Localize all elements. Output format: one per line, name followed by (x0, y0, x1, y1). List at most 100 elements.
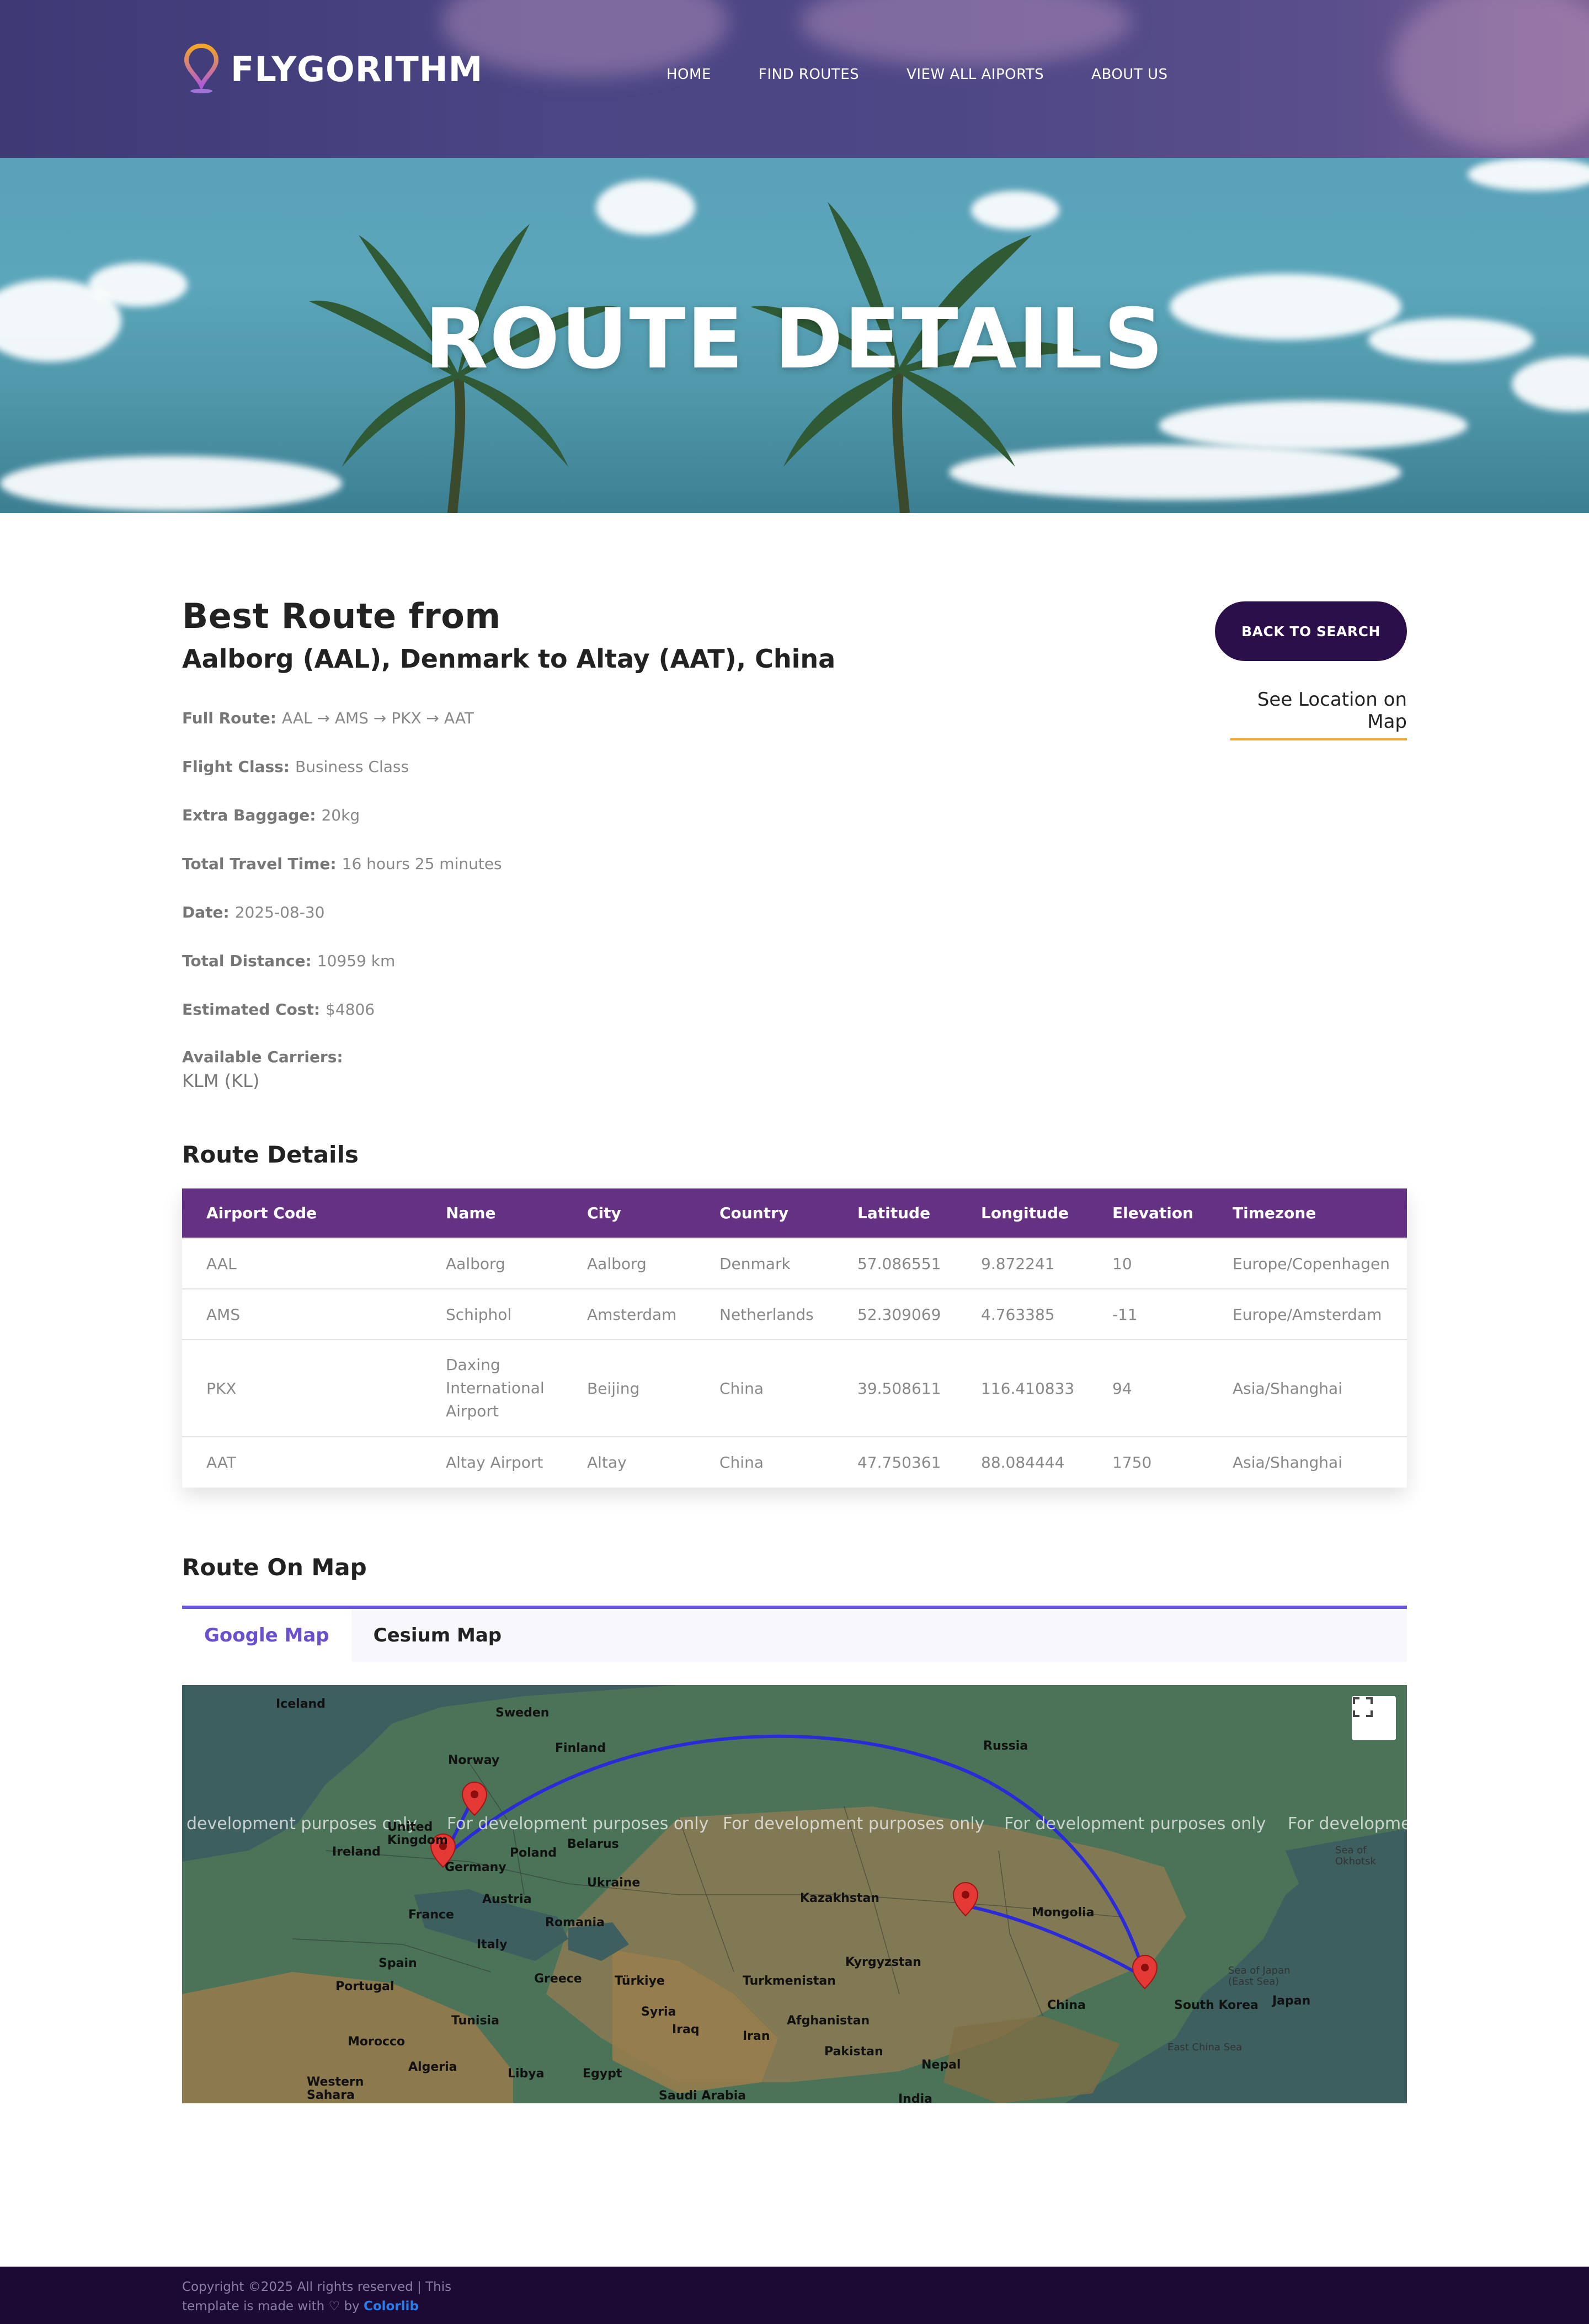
see-location-on-map-link[interactable]: See Location on Map (1230, 689, 1407, 740)
map-label: Sweden (495, 1706, 550, 1720)
table-cell: 10 (1088, 1238, 1208, 1289)
table-header-row: Airport Code Name City Country Latitude … (182, 1188, 1407, 1238)
column-header: Latitude (857, 1204, 931, 1222)
back-to-search-button[interactable]: BACK TO SEARCH (1215, 601, 1407, 661)
table-cell: 47.750361 (833, 1436, 957, 1488)
info-total-distance: Total Distance: 10959 km (182, 936, 1407, 985)
table-cell: Europe/Copenhagen (1208, 1238, 1407, 1289)
info-label: Full Route: (182, 708, 276, 727)
map-label: Japan (1272, 1994, 1311, 2008)
table-cell: Altay Airport (422, 1436, 563, 1488)
map-label: Ireland (332, 1845, 381, 1859)
tab-google-map[interactable]: Google Map (182, 1609, 351, 1662)
table-cell: Altay (563, 1436, 695, 1488)
google-map[interactable]: development purposes only For developmen… (182, 1685, 1407, 2103)
map-label: Egypt (583, 2067, 622, 2081)
table-row: AMS Schiphol Amsterdam Netherlands 52.30… (182, 1288, 1407, 1340)
route-on-map-title: Route On Map (182, 1554, 367, 1581)
table-cell: Amsterdam (563, 1288, 695, 1340)
info-estimated-cost: Estimated Cost: $4806 (182, 985, 1407, 1033)
info-label: Extra Baggage: (182, 806, 316, 824)
table-cell: 52.309069 (833, 1288, 957, 1340)
column-header: Name (446, 1204, 496, 1222)
table-row: PKX Daxing International Airport Beijing… (182, 1339, 1407, 1437)
map-label: Poland (510, 1846, 557, 1860)
map-label: Saudi Arabia (659, 2089, 746, 2103)
carriers-label: Available Carriers: (182, 1048, 343, 1066)
map-label: Belarus (567, 1837, 619, 1851)
footer: Copyright ©2025 All rights reserved | Th… (0, 2267, 1589, 2324)
location-pin-icon (182, 42, 221, 95)
map-label: Mongolia (1032, 1906, 1095, 1920)
info-extra-baggage: Extra Baggage: 20kg (182, 791, 1407, 839)
table-row: AAT Altay Airport Altay China 47.750361 … (182, 1436, 1407, 1488)
footer-copyright: Copyright ©2025 All rights reserved | Th… (182, 2278, 491, 2316)
map-label: Pakistan (824, 2045, 883, 2059)
map-watermark: development purposes only (186, 1814, 417, 1833)
map-label: United Kingdom (387, 1820, 448, 1847)
table-cell: 94 (1088, 1339, 1208, 1437)
info-value: 20kg (321, 806, 360, 824)
map-watermark: For development purposes only (447, 1814, 709, 1833)
nav-home[interactable]: HOME (666, 66, 711, 83)
table-cell: 39.508611 (833, 1339, 957, 1437)
map-label: China (1047, 1998, 1086, 2012)
table-cell: Asia/Shanghai (1208, 1436, 1407, 1488)
table-cell: Europe/Amsterdam (1208, 1288, 1407, 1340)
map-label: Turkmenistan (743, 1974, 836, 1988)
map-label: Norway (448, 1753, 500, 1767)
map-label: Afghanistan (787, 2014, 870, 2028)
map-label: Türkiye (615, 1974, 665, 1988)
table-cell: Beijing (563, 1339, 695, 1437)
hero-title: ROUTE DETAILS (424, 291, 1165, 387)
map-label: Finland (555, 1741, 606, 1755)
nav-about-us[interactable]: ABOUT US (1091, 66, 1167, 83)
map-label: Tunisia (451, 2014, 499, 2028)
map-label: Nepal (921, 2058, 961, 2072)
brand-logo[interactable]: FLYGORITHM (182, 41, 483, 97)
map-label: Iran (743, 2029, 770, 2043)
info-flight-class: Flight Class: Business Class (182, 742, 1407, 791)
table-cell: 88.084444 (957, 1436, 1088, 1488)
nav-find-routes[interactable]: FIND ROUTES (759, 66, 859, 83)
column-header: City (587, 1204, 621, 1222)
nav-view-all-airports[interactable]: VIEW ALL AIPORTS (907, 66, 1044, 83)
info-label: Total Distance: (182, 951, 312, 970)
map-label: Iraq (672, 2023, 700, 2037)
map-label: Western Sahara (307, 2075, 364, 2102)
map-label: Romania (545, 1916, 605, 1929)
info-label: Flight Class: (182, 757, 290, 776)
info-label: Estimated Cost: (182, 1000, 321, 1019)
fullscreen-icon (1353, 1697, 1373, 1717)
table-cell: AMS (182, 1288, 422, 1340)
column-header: Country (719, 1204, 789, 1222)
table-cell: AAL (182, 1238, 422, 1289)
map-fullscreen-button[interactable] (1352, 1696, 1396, 1740)
map-label: France (408, 1908, 454, 1922)
colorlib-link[interactable]: Colorlib (364, 2299, 419, 2314)
table-cell: Netherlands (695, 1288, 833, 1340)
map-watermark: For development purposes only (1004, 1814, 1266, 1833)
table-cell: China (695, 1339, 833, 1437)
info-label: Total Travel Time: (182, 854, 337, 873)
map-label: Kyrgyzstan (845, 1955, 921, 1969)
map-watermark: For development purposes only (723, 1814, 985, 1833)
footer-text: template is made with (182, 2299, 325, 2314)
map-label: Russia (983, 1739, 1028, 1753)
tab-cesium-map[interactable]: Cesium Map (351, 1609, 524, 1662)
table-cell: Daxing International Airport (422, 1339, 563, 1437)
map-label: Germany (445, 1861, 506, 1874)
map-label: Syria (641, 2005, 676, 2019)
map-label: Austria (482, 1893, 532, 1906)
column-header: Longitude (981, 1204, 1069, 1222)
route-info-list: Full Route: AAL → AMS → PKX → AAT Flight… (182, 694, 1407, 1092)
table-cell: 116.410833 (957, 1339, 1088, 1437)
table-cell: 4.763385 (957, 1288, 1088, 1340)
info-value: 10959 km (317, 951, 396, 970)
info-label: Date: (182, 903, 230, 921)
map-label: Libya (508, 2067, 545, 2081)
heart-icon: ♡ (328, 2299, 340, 2314)
column-header: Airport Code (206, 1204, 317, 1222)
info-total-travel-time: Total Travel Time: 16 hours 25 minutes (182, 839, 1407, 888)
route-content: Best Route from Aalborg (AAL), Denmark t… (182, 596, 1407, 2103)
